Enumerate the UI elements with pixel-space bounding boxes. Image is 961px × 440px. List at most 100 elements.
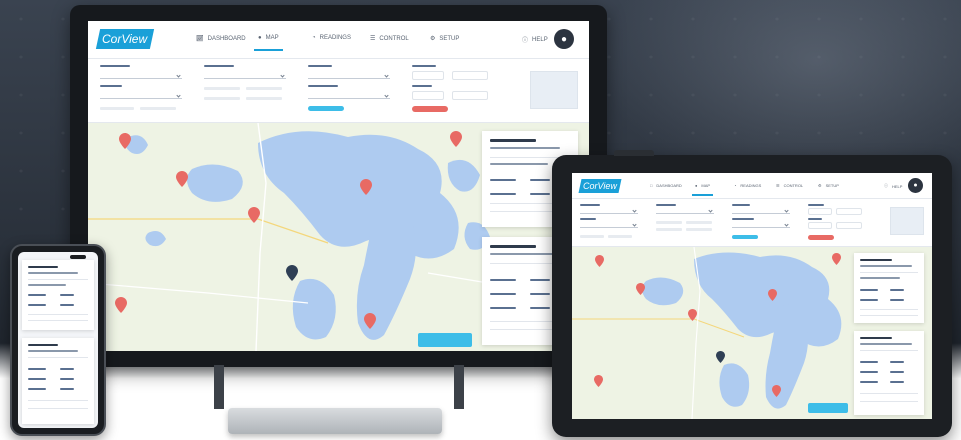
reset-filter-button[interactable] [412,106,448,112]
map-pin-icon[interactable] [364,313,376,329]
nav-dashboard[interactable]: 📈︎ DASHBOARD [196,35,246,43]
map-pin-icon[interactable] [772,385,781,397]
map-pin-icon[interactable] [119,133,131,149]
filter-label [100,65,130,67]
filter-label [204,65,234,67]
map-pin-icon[interactable] [594,375,603,387]
help-circle-icon: ⓘ [884,183,888,188]
panel-row [490,163,548,165]
filter-select[interactable] [100,89,182,99]
filter-input[interactable] [836,222,862,229]
filter-select[interactable] [732,221,790,228]
panel-title [490,245,536,248]
nav-readings[interactable]: ◔ READINGS [734,183,761,188]
info-panel [22,338,94,424]
filter-placeholder [204,97,240,100]
nav-dashboard-label: DASHBOARD [207,35,246,42]
filter-input[interactable] [808,208,832,215]
map-pin-icon[interactable] [595,255,604,267]
map-action-button[interactable] [418,333,472,347]
filter-input[interactable] [808,222,832,229]
filter-select[interactable] [656,207,714,214]
map-pin-icon[interactable] [176,171,188,187]
filter-select[interactable] [732,207,790,214]
filter-input[interactable] [836,208,862,215]
panel-cell [530,307,550,309]
filter-select[interactable] [580,207,638,214]
filter-label [308,65,332,67]
logo-text: CorView [583,181,617,191]
panel-title [490,139,536,142]
nav-control[interactable]: ☰ CONTROL [776,183,803,188]
map-pin-icon[interactable] [360,179,372,195]
chart-line-icon: 📈︎ [196,36,204,42]
filter-select[interactable] [308,89,390,99]
panel-cell [490,279,516,281]
filter-select[interactable] [100,69,182,79]
nav-map[interactable]: ● MAP [692,183,714,196]
selected-map-pin-icon[interactable] [286,265,298,281]
user-avatar-icon[interactable]: ● [554,29,574,49]
info-panel [854,331,924,415]
apply-filter-button[interactable] [732,235,758,239]
filter-select[interactable] [580,221,638,228]
apply-filter-button[interactable] [308,106,344,111]
nav-setup-label: SETUP [439,35,460,42]
nav-map[interactable]: ● MAP [254,35,283,51]
sliders-icon: ☰ [370,36,376,42]
filter-input[interactable] [412,91,444,100]
map-pin-icon[interactable] [832,253,841,265]
phone-notch [70,255,86,259]
map-pin-icon[interactable] [768,289,777,301]
panel-cell [530,193,550,195]
panel-cell [530,179,550,181]
filter-select[interactable] [204,69,286,79]
map-pin-icon[interactable] [688,309,697,321]
map-pin-icon[interactable] [248,207,260,223]
filter-input[interactable] [412,71,444,80]
nav-help[interactable]: ⓘ HELP [522,35,548,45]
nav-help[interactable]: ⓘ HELP [884,183,902,189]
desktop-screen: CorView 📈︎ DASHBOARD ● MAP ◔ READINGS ☰ CONT… [88,21,589,351]
nav-control-label: CONTROL [783,183,804,188]
map-pin-icon[interactable] [115,297,127,313]
map-view[interactable] [88,123,589,351]
filter-input[interactable] [452,91,488,100]
map-pin-icon[interactable] [450,131,462,147]
info-panel [22,260,94,330]
user-avatar-icon[interactable]: ● [908,178,923,193]
nav-readings-label: READINGS [740,183,762,188]
gear-icon: ⚙ [818,183,822,188]
desktop-monitor: CorView 📈︎ DASHBOARD ● MAP ◔ READINGS ☰ CONT… [70,5,607,367]
nav-readings[interactable]: ◔ READINGS [312,35,351,41]
map-action-button[interactable] [808,403,848,413]
panel-cell [490,293,516,295]
tablet-device: CorView □ DASHBOARD ● MAP ◔ READINGS ☰ CONTR… [552,150,952,437]
nav-readings-label: READINGS [319,35,351,41]
corview-logo[interactable]: CorView [578,179,622,193]
nav-dashboard[interactable]: □ DASHBOARD [650,183,682,188]
map-pin-icon: ● [258,35,262,41]
chart-line-icon: □ [650,183,653,188]
sliders-icon: ☰ [776,183,780,188]
panel-cell [530,293,550,295]
filter-select[interactable] [308,69,390,79]
tablet-screen: CorView □ DASHBOARD ● MAP ◔ READINGS ☰ CONTR… [572,173,932,419]
filter-placeholder [204,87,240,90]
filter-input[interactable] [452,71,488,80]
nav-setup[interactable]: ⚙ SETUP [430,35,460,43]
map-view[interactable] [572,247,932,419]
panel-cell [490,307,516,309]
nav-setup[interactable]: ⚙ SETUP [818,183,839,188]
filter-placeholder [100,107,134,110]
map-pin-icon[interactable] [636,283,645,295]
filter-label [100,85,122,87]
corview-logo[interactable]: CorView [95,29,155,49]
filter-placeholder [140,107,176,110]
reset-filter-button[interactable] [808,235,834,240]
filter-label [412,65,436,67]
selected-map-pin-icon[interactable] [716,351,725,363]
filter-label [412,85,432,87]
nav-control[interactable]: ☰ CONTROL [370,35,409,43]
filter-label [308,85,338,87]
